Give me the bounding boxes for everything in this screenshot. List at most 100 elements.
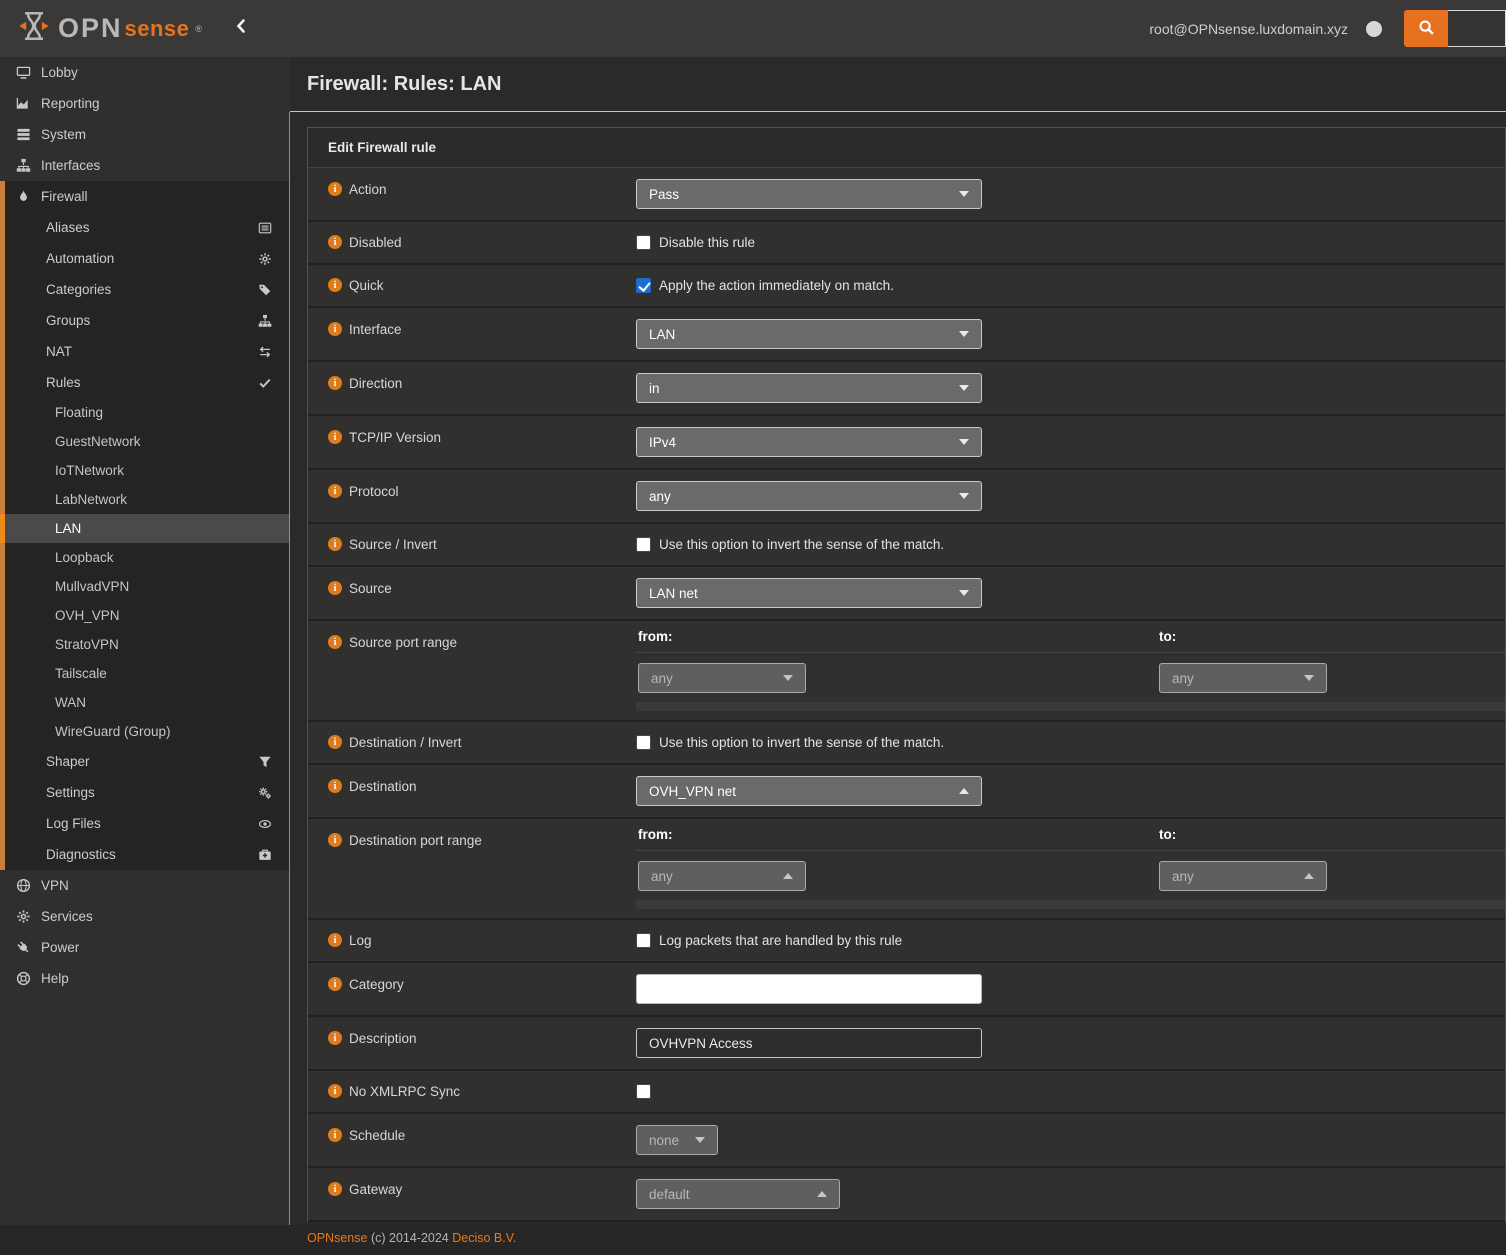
info-icon[interactable] — [328, 977, 342, 991]
schedule-select[interactable]: none — [636, 1125, 718, 1155]
info-icon[interactable] — [328, 581, 342, 595]
sidebar-item-rules-lan[interactable]: LAN — [0, 514, 290, 543]
action-select[interactable]: Pass — [636, 179, 982, 209]
sidebar-item-system[interactable]: System — [0, 119, 290, 150]
info-icon[interactable] — [328, 235, 342, 249]
sidebar-item-rules-guestnetwork[interactable]: GuestNetwork — [5, 427, 290, 456]
protocol-select[interactable]: any — [636, 481, 982, 511]
sidebar-item-rules-loopback[interactable]: Loopback — [5, 543, 290, 572]
sidebar-item-help[interactable]: Help — [0, 963, 290, 994]
sidebar-item-rules-tailscale[interactable]: Tailscale — [5, 659, 290, 688]
sidebar-item-categories[interactable]: Categories — [5, 274, 290, 305]
info-icon[interactable] — [328, 1084, 342, 1098]
sidebar-item-groups[interactable]: Groups — [5, 305, 290, 336]
sidebar-item-aliases[interactable]: Aliases — [5, 212, 290, 243]
sidebar-item-rules-mullvadvpn[interactable]: MullvadVPN — [5, 572, 290, 601]
sidebar-item-lobby[interactable]: Lobby — [0, 57, 290, 88]
sidebar-item-rules[interactable]: Rules — [5, 367, 290, 398]
info-icon[interactable] — [328, 182, 342, 196]
form-row-protocol: Protocol any — [308, 470, 1505, 524]
form-row-destination-invert: Destination / Invert Use this option to … — [308, 722, 1505, 765]
gateway-select[interactable]: default — [636, 1179, 840, 1209]
horizontal-scrollbar[interactable] — [636, 900, 1505, 909]
quick-checkbox[interactable] — [636, 278, 651, 293]
sidebar: Lobby Reporting System Interfaces — [0, 57, 290, 1225]
sidebar-item-power[interactable]: Power — [0, 932, 290, 963]
source-select[interactable]: LAN net — [636, 578, 982, 608]
sidebar-item-nat[interactable]: NAT — [5, 336, 290, 367]
sidebar-item-reporting[interactable]: Reporting — [0, 88, 290, 119]
info-icon[interactable] — [328, 635, 342, 649]
direction-select[interactable]: in — [636, 373, 982, 403]
sidebar-item-rules-stratovpn[interactable]: StratoVPN — [5, 630, 290, 659]
info-icon[interactable] — [328, 376, 342, 390]
opnsense-logo[interactable]: OPN sense ® — [16, 8, 202, 49]
field-label: Direction — [349, 376, 402, 391]
sidebar-item-log-files[interactable]: Log Files — [5, 808, 290, 839]
search-button[interactable] — [1404, 10, 1448, 47]
chevron-left-icon — [234, 18, 250, 39]
disabled-checkbox[interactable] — [636, 235, 651, 250]
info-icon[interactable] — [328, 933, 342, 947]
topbar: OPN sense ® root@OPNsense.luxdomain.xyz — [0, 0, 1506, 57]
sidebar-item-services[interactable]: Services — [0, 901, 290, 932]
destination-select[interactable]: OVH_VPN net — [636, 776, 982, 806]
info-icon[interactable] — [328, 1128, 342, 1142]
destination-port-from-select[interactable]: any — [638, 861, 806, 891]
info-icon[interactable] — [328, 833, 342, 847]
edit-firewall-rule-panel: Edit Firewall rule Action Pass Disabled … — [307, 127, 1506, 1222]
sidebar-item-rules-ovh-vpn[interactable]: OVH_VPN — [5, 601, 290, 630]
sidebar-item-settings[interactable]: Settings — [5, 777, 290, 808]
log-checkbox[interactable] — [636, 933, 651, 948]
gear-icon — [14, 909, 32, 924]
field-label: Destination / Invert — [349, 735, 462, 750]
category-input[interactable] — [636, 974, 982, 1004]
sidebar-item-vpn[interactable]: VPN — [0, 870, 290, 901]
plug-icon — [14, 940, 32, 955]
sidebar-item-firewall[interactable]: Firewall — [5, 181, 290, 212]
info-icon[interactable] — [328, 1031, 342, 1045]
field-label: Source / Invert — [349, 537, 437, 552]
search-input[interactable] — [1448, 10, 1506, 47]
sidebar-item-rules-iotnetwork[interactable]: IoTNetwork — [5, 456, 290, 485]
form-row-schedule: Schedule none — [308, 1114, 1505, 1168]
sidebar-item-shaper[interactable]: Shaper — [5, 746, 290, 777]
tcpip-version-select[interactable]: IPv4 — [636, 427, 982, 457]
field-label: Protocol — [349, 484, 399, 499]
description-input[interactable] — [636, 1028, 982, 1058]
globe-icon — [14, 878, 32, 893]
interface-select[interactable]: LAN — [636, 319, 982, 349]
deciso-footer-link[interactable]: Deciso B.V. — [452, 1231, 516, 1245]
sidebar-item-rules-wireguard-group[interactable]: WireGuard (Group) — [5, 717, 290, 746]
form-row-category: Category — [308, 963, 1505, 1017]
destination-port-to-select[interactable]: any — [1159, 861, 1327, 891]
info-icon[interactable] — [328, 779, 342, 793]
sidebar-item-diagnostics[interactable]: Diagnostics — [5, 839, 290, 870]
source-port-to-select[interactable]: any — [1159, 663, 1327, 693]
destination-invert-checkbox[interactable] — [636, 735, 651, 750]
info-icon[interactable] — [328, 1182, 342, 1196]
info-icon[interactable] — [328, 278, 342, 292]
caret-down-icon — [695, 1137, 705, 1143]
source-port-from-select[interactable]: any — [638, 663, 806, 693]
info-icon[interactable] — [328, 430, 342, 444]
horizontal-scrollbar[interactable] — [636, 702, 1505, 711]
opnsense-footer-link[interactable]: OPNsense — [307, 1231, 367, 1245]
form-row-action: Action Pass — [308, 168, 1505, 222]
sidebar-item-automation[interactable]: Automation — [5, 243, 290, 274]
info-icon[interactable] — [328, 537, 342, 551]
search-bar — [1404, 10, 1506, 47]
field-label: Source port range — [349, 635, 457, 650]
no-xmlrpc-checkbox[interactable] — [636, 1084, 651, 1099]
check-icon — [256, 376, 274, 390]
source-invert-checkbox[interactable] — [636, 537, 651, 552]
sidebar-item-interfaces[interactable]: Interfaces — [0, 150, 290, 181]
info-icon[interactable] — [328, 735, 342, 749]
sidebar-item-rules-wan[interactable]: WAN — [5, 688, 290, 717]
caret-down-icon — [959, 191, 969, 197]
info-icon[interactable] — [328, 484, 342, 498]
sidebar-collapse-button[interactable] — [234, 18, 250, 39]
sidebar-item-rules-labnetwork[interactable]: LabNetwork — [5, 485, 290, 514]
sidebar-item-rules-floating[interactable]: Floating — [5, 398, 290, 427]
info-icon[interactable] — [328, 322, 342, 336]
